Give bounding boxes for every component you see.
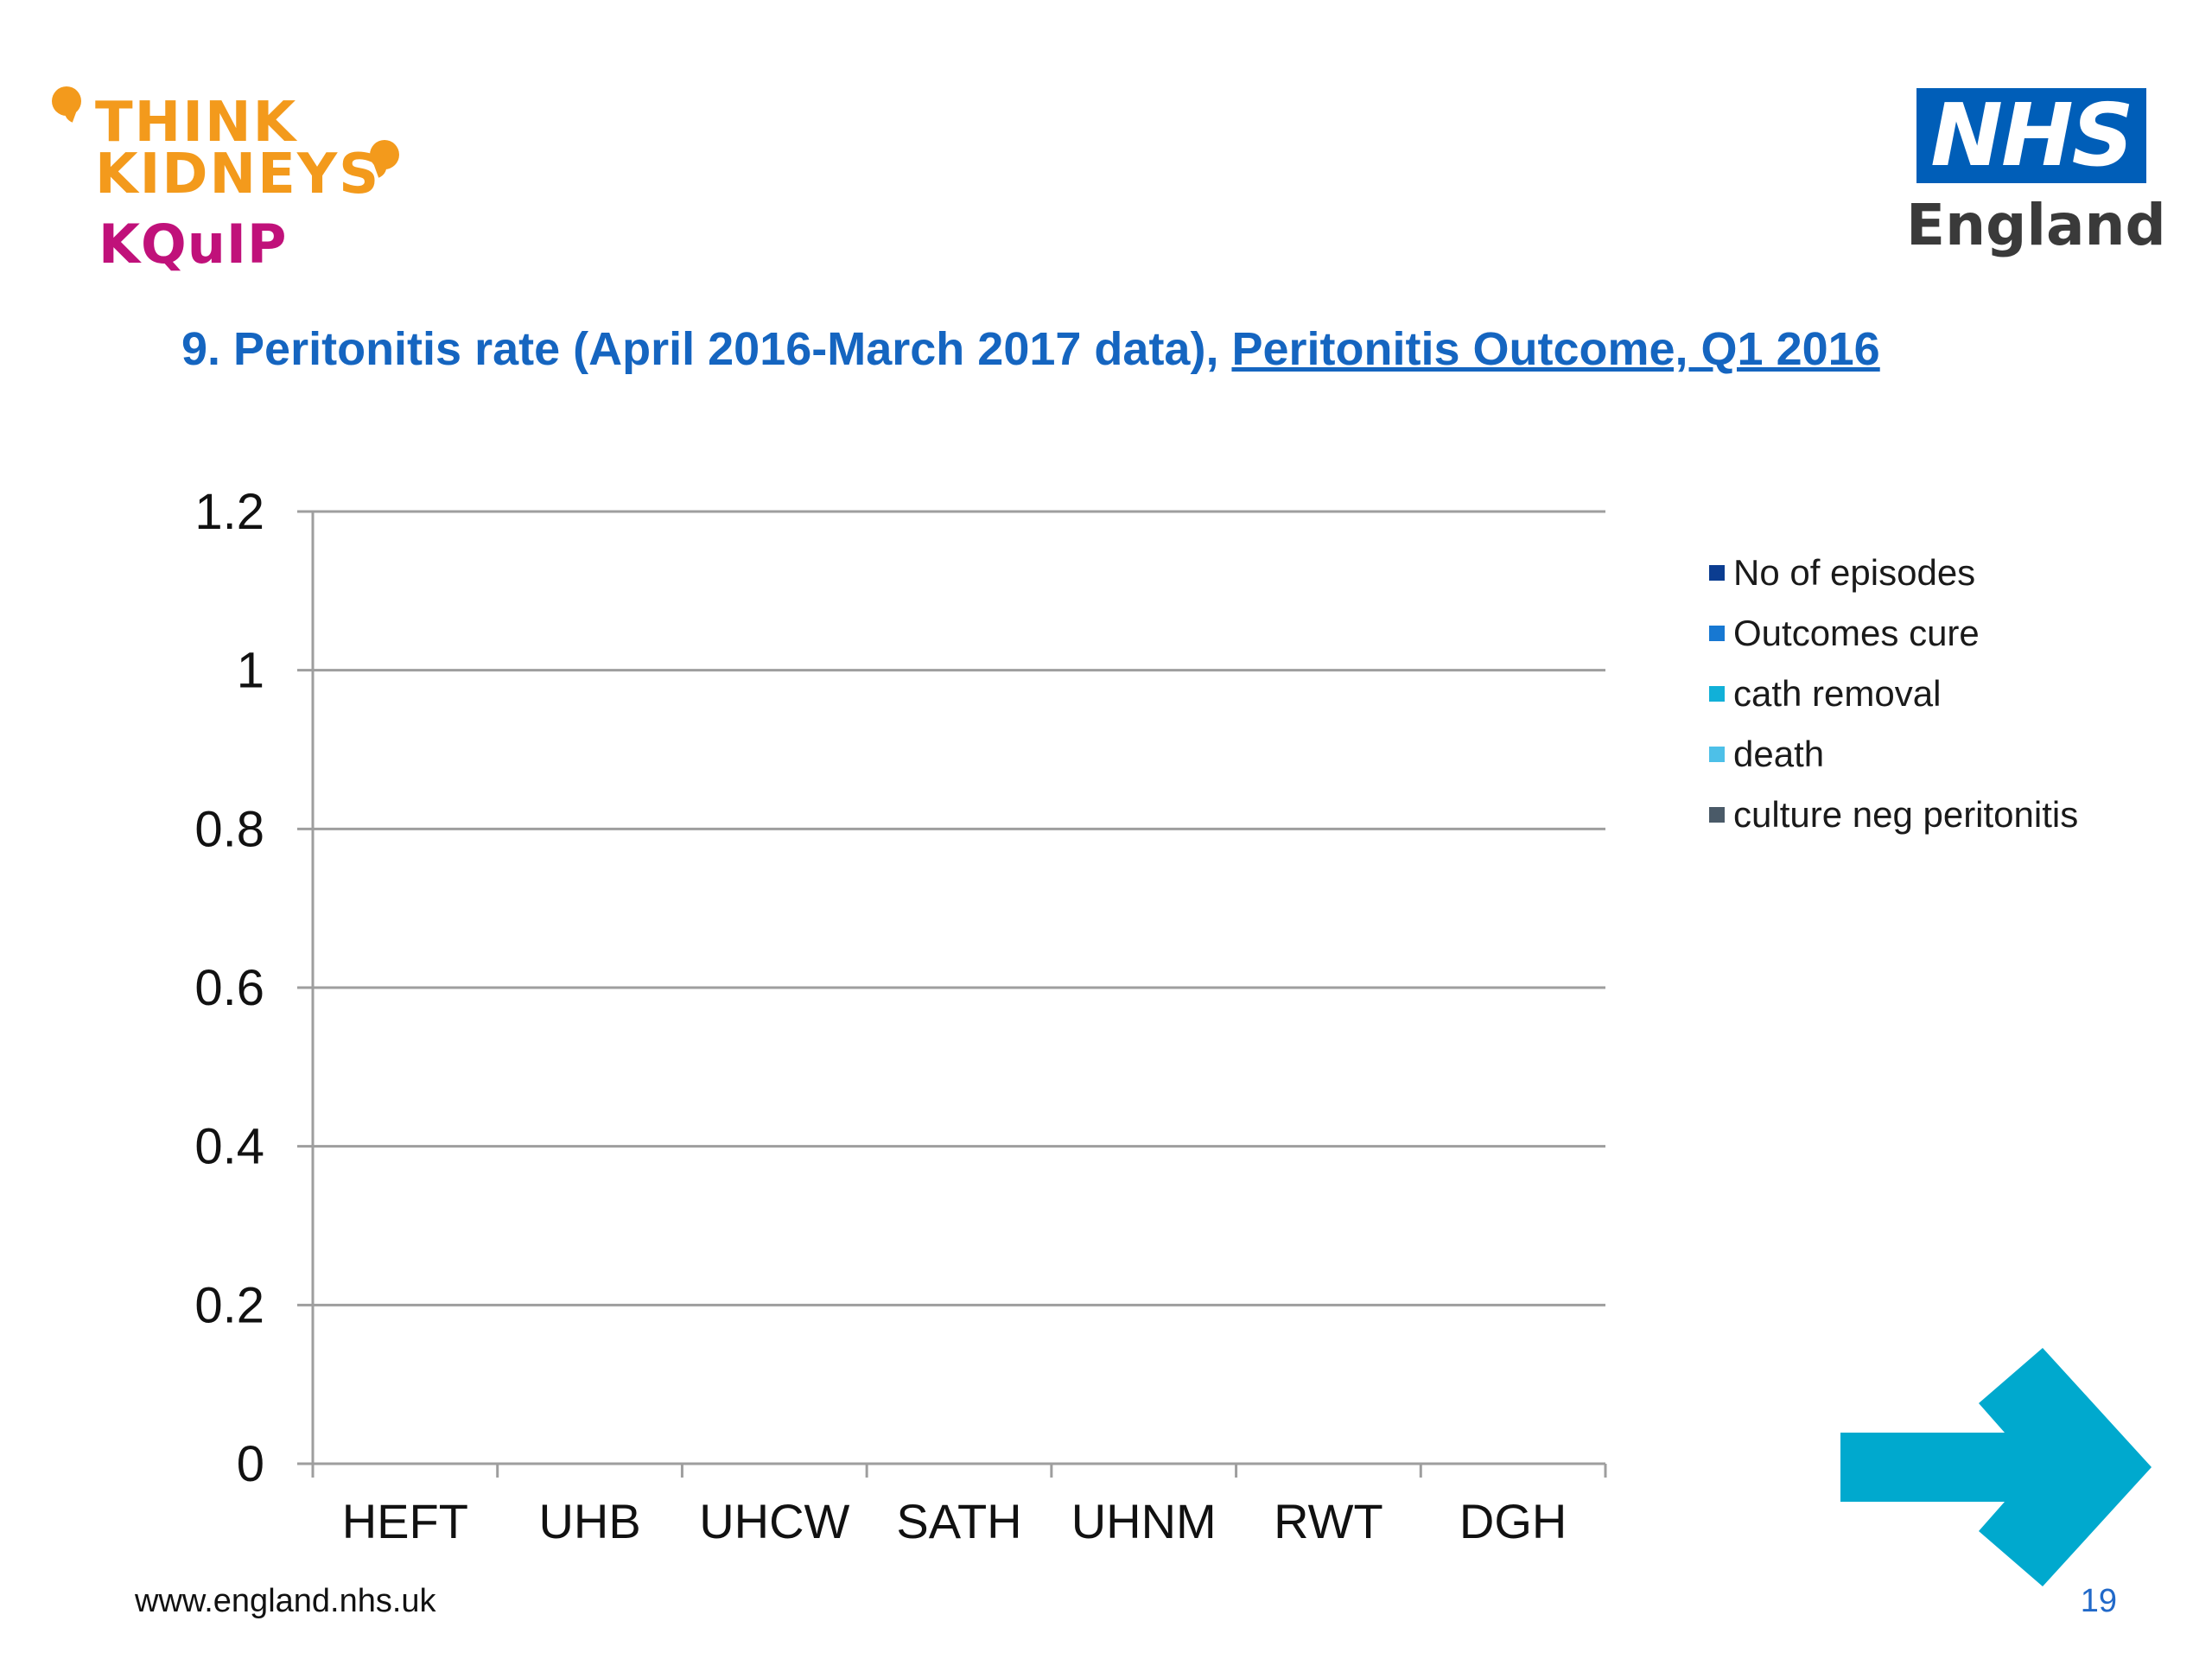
y-tick-label: 0	[237, 1436, 264, 1492]
x-tick-label: UHB	[538, 1494, 640, 1548]
x-tick-label: HEFT	[342, 1494, 468, 1548]
legend-label: Outcomes cure	[1733, 613, 1980, 653]
x-tick-label: UHNM	[1071, 1494, 1217, 1548]
y-tick-label: 0.8	[194, 801, 264, 857]
legend-label: death	[1733, 734, 1825, 774]
y-tick-label: 0.6	[194, 960, 264, 1016]
footer-url: www.england.nhs.uk	[135, 1583, 436, 1619]
legend-label: cath removal	[1733, 673, 1942, 714]
x-tick-label: SATH	[896, 1494, 1021, 1548]
x-tick-label: RWT	[1274, 1494, 1383, 1548]
legend-swatch	[1709, 807, 1725, 823]
legend-item: No of episodes	[1709, 543, 2176, 603]
legend-label: culture neg peritonitis	[1733, 794, 2079, 835]
x-tick-label: DGH	[1459, 1494, 1567, 1548]
legend-swatch	[1709, 626, 1725, 641]
legend-item: cath removal	[1709, 664, 2176, 724]
x-tick-label: UHCW	[699, 1494, 849, 1548]
legend-label: No of episodes	[1733, 552, 1976, 593]
legend-swatch	[1709, 565, 1725, 581]
y-tick-label: 1	[237, 643, 264, 699]
legend-swatch	[1709, 686, 1725, 702]
legend-swatch	[1709, 747, 1725, 762]
y-tick-label: 0.4	[194, 1119, 264, 1175]
chart-legend: No of episodes Outcomes cure cath removal d…	[1709, 543, 2176, 845]
legend-item: Outcomes cure	[1709, 603, 2176, 664]
legend-item: death	[1709, 724, 2176, 785]
arrow-right-icon[interactable]	[1840, 1348, 2152, 1590]
y-tick-label: 1.2	[194, 484, 264, 540]
y-tick-label: 0.2	[194, 1277, 264, 1333]
legend-item: culture neg peritonitis	[1709, 785, 2176, 845]
